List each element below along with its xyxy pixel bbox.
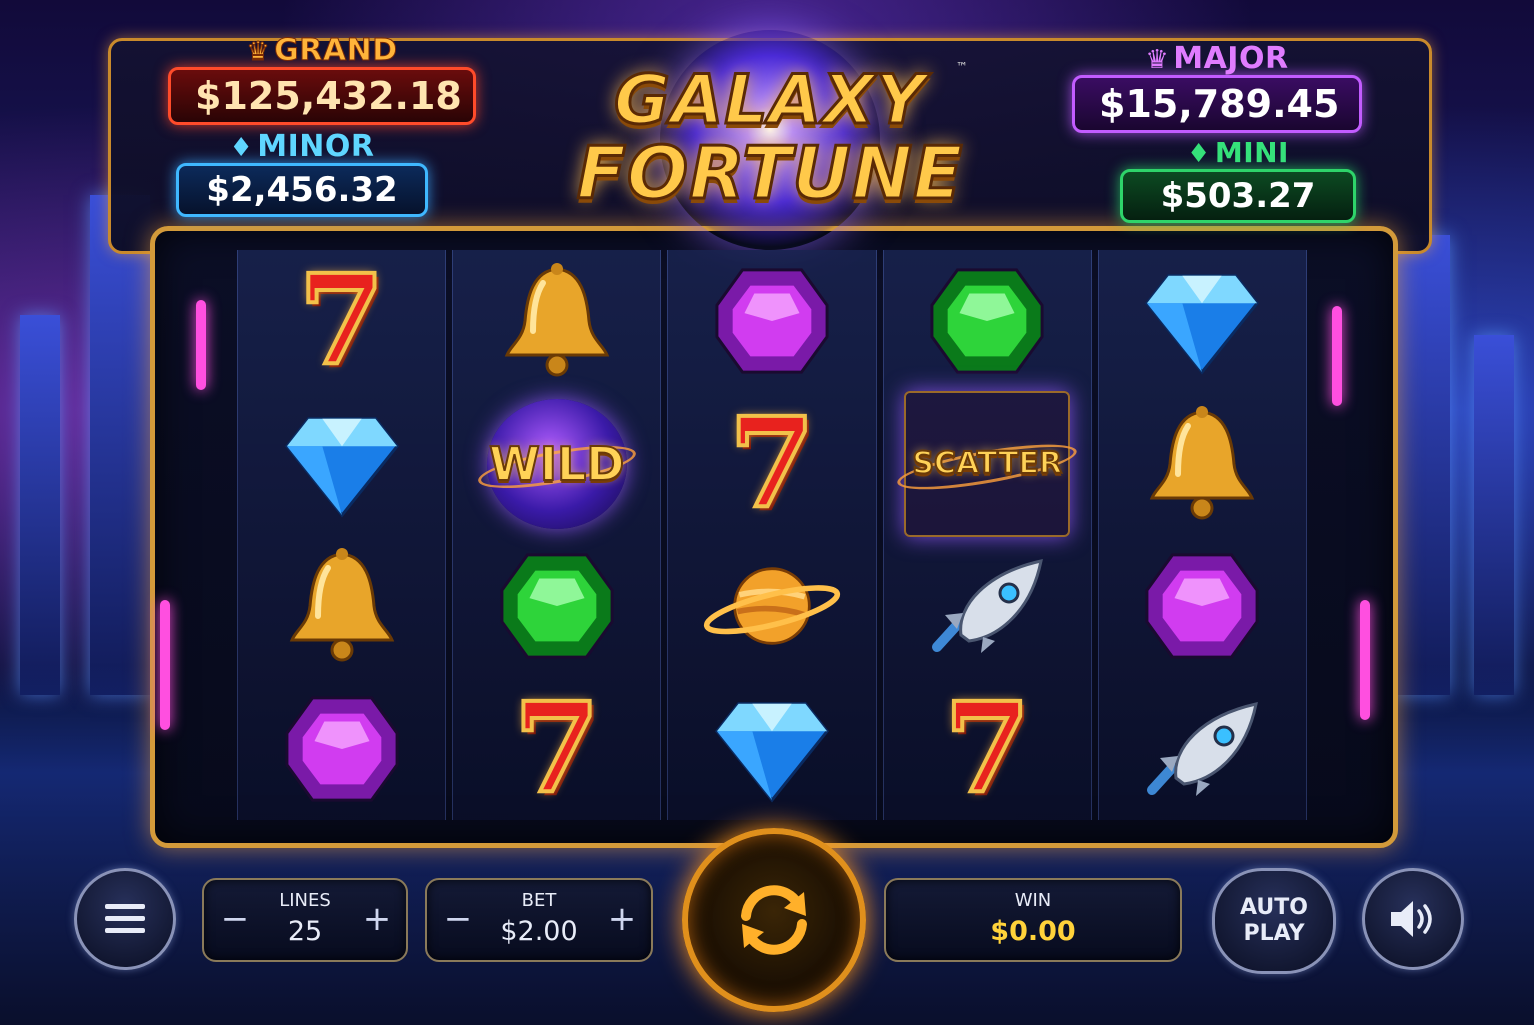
scatter-symbol-text: SCATTER (911, 445, 1063, 482)
seven-symbol: 7 (272, 256, 412, 386)
bet-increase-button[interactable]: + (607, 902, 637, 936)
planet-symbol (702, 541, 842, 671)
game-logo: GALAXY FORTUNE ™ (560, 30, 980, 250)
jackpot-grand-amount: $125,432.18 (168, 67, 476, 125)
logo-title-line2: FORTUNE (575, 131, 964, 215)
reel-grid: 7 WILD 7 7 SCATTER 7 (237, 250, 1308, 820)
side-light-right (1332, 306, 1342, 406)
side-light-right-2 (1360, 600, 1370, 720)
wild-badge: WILD (475, 398, 639, 529)
purple-gem-symbol (272, 684, 412, 814)
bet-stepper: − BET $2.00 + (425, 878, 653, 962)
reel-5 (1097, 250, 1308, 820)
hamburger-menu-icon (105, 904, 145, 933)
jackpot-grand-label: ♛ GRAND (246, 33, 398, 68)
green-gem-symbol (487, 541, 627, 671)
win-label: WIN (1014, 890, 1052, 911)
seven-symbol: 7 (487, 684, 627, 814)
bell-symbol (1132, 399, 1272, 529)
seven-symbol-text: 7 (942, 675, 1032, 821)
seven-symbol: 7 (702, 399, 842, 529)
reel-3: 7 (667, 250, 877, 820)
wild-symbol: WILD (475, 398, 639, 529)
jackpot-major: ♛ MAJOR $15,789.45 (1072, 44, 1362, 133)
crown-icon: ♛ (246, 37, 271, 68)
win-display: WIN $0.00 (884, 878, 1182, 962)
bell-symbol (487, 256, 627, 386)
scatter-symbol: SCATTER (894, 390, 1080, 537)
jackpot-grand: ♛ GRAND $125,432.18 (168, 33, 476, 125)
menu-button[interactable] (74, 868, 176, 970)
wild-symbol-text: WILD (488, 436, 625, 492)
jackpot-major-label: ♛ MAJOR (1145, 41, 1289, 76)
reel-4: SCATTER 7 (882, 250, 1092, 820)
green-gem-symbol (917, 256, 1057, 386)
diamond-icon: ♦ (229, 133, 254, 163)
autoplay-label-line1: AUTO (1240, 895, 1308, 920)
reel-1: 7 (237, 250, 447, 820)
purple-gem-symbol (702, 256, 842, 386)
autoplay-label-line2: PLAY (1243, 921, 1305, 946)
blue-diamond-symbol (1132, 256, 1272, 386)
seven-symbol-text: 7 (512, 675, 602, 821)
blue-diamond-symbol (272, 399, 412, 529)
jackpot-mini: ♦ MINI $503.27 (1120, 138, 1356, 223)
diamond-icon: ♦ (1187, 139, 1211, 169)
scatter-badge: SCATTER (894, 390, 1080, 537)
rocket-symbol (1132, 684, 1272, 814)
sound-button[interactable] (1362, 868, 1464, 970)
seven-symbol-text: 7 (727, 390, 817, 536)
jackpot-major-amount: $15,789.45 (1072, 75, 1362, 133)
purple-gem-symbol (1132, 541, 1272, 671)
blue-diamond-symbol (702, 684, 842, 814)
autoplay-button[interactable]: AUTO PLAY (1212, 868, 1336, 974)
crown-icon: ♛ (1145, 45, 1170, 75)
rocket-symbol (917, 541, 1057, 671)
spin-button[interactable] (682, 828, 866, 1012)
jackpot-minor-label: ♦ MINOR (229, 129, 375, 164)
side-light-left (196, 300, 206, 390)
side-light-left-2 (160, 600, 170, 730)
seven-symbol: 7 (917, 684, 1057, 814)
bell-symbol (272, 541, 412, 671)
speaker-volume-icon (1391, 901, 1432, 937)
jackpot-mini-amount: $503.27 (1120, 169, 1356, 223)
win-value: $0.00 (990, 916, 1076, 947)
reel-2: WILD 7 (452, 250, 662, 820)
logo-title-line1: GALAXY (612, 61, 927, 140)
seven-symbol-text: 7 (296, 248, 386, 394)
lines-stepper: − LINES 25 + (202, 878, 408, 962)
refresh-spin-icon (741, 885, 807, 955)
jackpot-mini-label: ♦ MINI (1187, 136, 1289, 170)
jackpot-minor: ♦ MINOR $2,456.32 (176, 132, 428, 217)
trademark-mark: ™ (956, 60, 968, 74)
lines-increase-button[interactable]: + (362, 902, 392, 936)
jackpot-minor-amount: $2,456.32 (176, 163, 428, 217)
